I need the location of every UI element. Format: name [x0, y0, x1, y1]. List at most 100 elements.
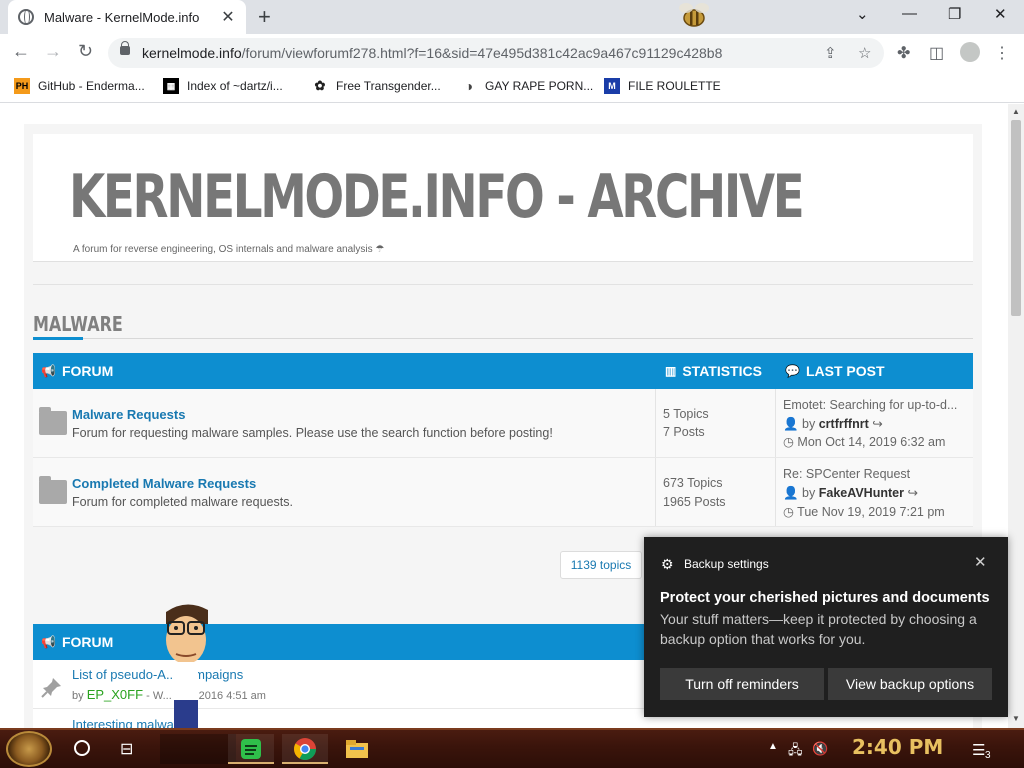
last-post-author: 👤 by FakeAVHunter ↪: [783, 486, 918, 500]
forum-topics-count: 673 Topics: [663, 476, 723, 490]
share-icon[interactable]: ⇪: [824, 44, 837, 62]
notification-app-name: Backup settings: [684, 557, 769, 571]
url-text[interactable]: kernelmode.info/forum/viewforumf278.html…: [142, 45, 722, 61]
restore-icon[interactable]: ❐: [948, 5, 961, 23]
grid-favicon-icon: ▦: [163, 78, 179, 94]
forum-title-link[interactable]: Completed Malware Requests: [72, 476, 256, 491]
pin-icon: [41, 678, 61, 698]
reload-icon[interactable]: ↻: [78, 41, 93, 62]
last-post-username[interactable]: FakeAVHunter: [819, 486, 904, 500]
megaphone-icon: 📢: [41, 364, 56, 378]
forum-description: Forum for completed malware requests.: [72, 495, 293, 509]
chrome-icon: [294, 738, 316, 760]
gear-icon: ⚙: [661, 556, 674, 572]
cortana-icon[interactable]: [74, 740, 90, 756]
action-center-icon[interactable]: ☰: [972, 741, 985, 759]
scroll-up-icon[interactable]: ▲: [1012, 107, 1020, 116]
star-icon[interactable]: ☆: [858, 44, 871, 62]
megaphone-icon: 📢: [41, 635, 56, 649]
last-post-date: ◷ Tue Nov 19, 2019 7:21 pm: [783, 505, 945, 519]
bookmark-gay-rape[interactable]: ◑ GAY RAPE PORN...: [461, 78, 594, 94]
notification-title: Protect your cherished pictures and docu…: [660, 590, 990, 606]
goto-post-icon[interactable]: ↪: [872, 417, 882, 431]
last-post-title-link[interactable]: Emotet: Searching for up-to-d...: [783, 398, 957, 412]
flower-favicon-icon: ✿: [314, 78, 326, 93]
tray-overflow-icon[interactable]: ▲: [768, 741, 778, 752]
clock-icon: ◷: [783, 505, 794, 519]
browser-toolbar: ← → ↻ kernelmode.info/forum/viewforumf27…: [0, 34, 1024, 72]
column-separator: [655, 458, 656, 526]
forward-arrow-icon[interactable]: →: [44, 41, 62, 62]
site-description: A forum for reverse engineering, OS inte…: [73, 244, 385, 255]
page-scrollbar[interactable]: ▲ ▼: [1008, 104, 1024, 728]
forum-topics-count: 5 Topics: [663, 407, 709, 421]
user-icon: 👤: [783, 417, 799, 431]
site-title[interactable]: KERNELMODE.INFO - ARCHIVE: [69, 162, 805, 232]
bookmark-free-transgender[interactable]: ✿ Free Transgender...: [312, 78, 441, 94]
taskbar-chrome[interactable]: [282, 734, 328, 764]
mf-favicon-icon: M: [604, 78, 620, 94]
goto-post-icon[interactable]: ↪: [907, 486, 917, 500]
taskbar-empty-slot: [160, 734, 236, 764]
scroll-down-icon[interactable]: ▼: [1012, 714, 1020, 723]
last-post-username[interactable]: crtfrffnrt: [819, 417, 869, 431]
menu-icon[interactable]: ⋮: [994, 43, 1010, 63]
forum-row: Malware Requests Forum for requesting ma…: [33, 389, 973, 458]
minimize-icon[interactable]: —: [902, 5, 917, 22]
bookmark-github[interactable]: PH GitHub - Enderma...: [14, 78, 145, 94]
taskbar-clock[interactable]: 2:40 PM: [852, 735, 943, 759]
globe-favicon-icon: ◑: [464, 78, 474, 94]
profile-avatar[interactable]: [960, 42, 980, 62]
taskbar-file-explorer[interactable]: [334, 734, 380, 764]
last-post-date: ◷ Mon Oct 14, 2019 6:32 am: [783, 435, 946, 449]
forum-posts-count: 7 Posts: [663, 425, 705, 439]
forum-posts-count: 1965 Posts: [663, 495, 726, 509]
lock-icon[interactable]: [120, 41, 130, 55]
tab-search-icon[interactable]: ⌄: [856, 5, 869, 23]
turn-off-reminders-button[interactable]: Turn off reminders: [660, 668, 824, 700]
spotify-icon: [241, 739, 261, 759]
desktop-mascot-hank: [166, 604, 208, 728]
column-separator: [775, 458, 776, 526]
ph-favicon-icon: PH: [14, 78, 30, 94]
category-accent: [33, 337, 83, 340]
back-arrow-icon[interactable]: ←: [12, 41, 30, 62]
window-close-icon[interactable]: ✕: [994, 5, 1007, 23]
last-post-title-link[interactable]: Re: SPCenter Request: [783, 467, 910, 481]
task-view-icon[interactable]: ⊟: [120, 739, 133, 759]
category-title: MALWARE: [33, 312, 123, 336]
start-button[interactable]: [6, 731, 52, 767]
header-forum: 📢 FORUM: [41, 634, 114, 650]
forum-title-link[interactable]: Malware Requests: [72, 407, 185, 422]
header-last-post: 💬 LAST POST: [785, 363, 885, 379]
folder-icon: [39, 407, 67, 435]
topic-author[interactable]: EP_X0FF: [87, 687, 143, 702]
taskbar: ⊟ ▲ 🖧 🔇 2:40 PM ☰ 3: [0, 728, 1024, 768]
topics-count-badge: 1139 topics: [560, 551, 642, 579]
bookmark-index-dartz[interactable]: ▦ Index of ~dartz/i...: [163, 78, 283, 94]
column-separator: [655, 389, 656, 457]
site-header: KERNELMODE.INFO - ARCHIVE A forum for re…: [33, 134, 973, 262]
address-bar[interactable]: kernelmode.info/forum/viewforumf278.html…: [108, 38, 884, 68]
last-post-author: 👤 by crtfrffnrt ↪: [783, 417, 883, 431]
scroll-thumb[interactable]: [1011, 120, 1021, 316]
header-statistics: ▥ STATISTICS: [665, 363, 762, 379]
user-icon: 👤: [783, 486, 799, 500]
notification-close-icon[interactable]: ✕: [974, 553, 987, 571]
extensions-icon[interactable]: ✤: [897, 43, 910, 63]
network-icon[interactable]: 🖧: [788, 741, 803, 763]
new-tab-button[interactable]: +: [258, 4, 271, 30]
tab-malware[interactable]: Malware - KernelMode.info ✕: [8, 0, 246, 34]
taskbar-spotify[interactable]: [228, 734, 274, 764]
bee-icon: [679, 3, 709, 27]
globe-icon: [18, 9, 34, 25]
side-panel-icon[interactable]: ◫: [929, 43, 944, 63]
bar-chart-icon: ▥: [665, 364, 677, 378]
volume-muted-icon[interactable]: 🔇: [812, 741, 828, 757]
bookmark-file-roulette[interactable]: M FILE ROULETTE: [604, 78, 721, 94]
view-backup-options-button[interactable]: View backup options: [828, 668, 992, 700]
tab-close-icon[interactable]: ✕: [220, 7, 236, 27]
folder-icon: [346, 740, 368, 758]
header-forum: 📢 FORUM: [41, 363, 114, 379]
forum-table-header: 📢 FORUM ▥ STATISTICS 💬 LAST POST: [33, 353, 973, 389]
